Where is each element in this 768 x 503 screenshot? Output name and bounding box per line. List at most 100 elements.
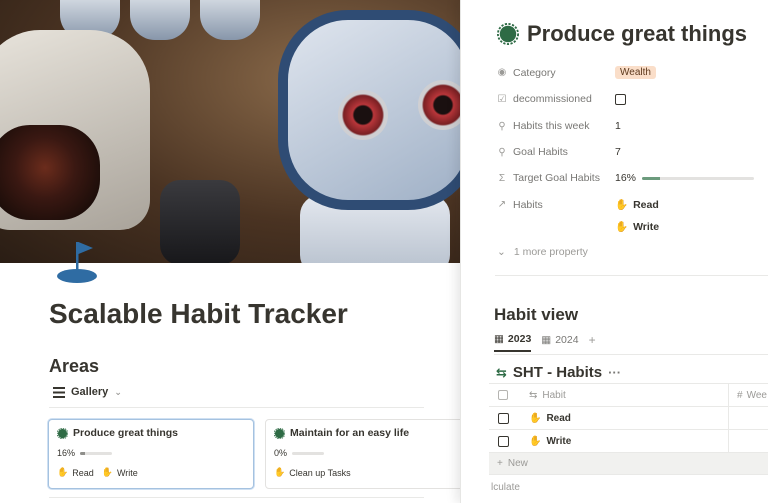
page-title: Scalable Habit Tracker xyxy=(49,298,348,329)
table-row[interactable]: ✋ Write xyxy=(489,429,768,452)
column-header-habit[interactable]: ⇆ Habit xyxy=(517,384,729,406)
property-target-goal-habits[interactable]: Σ Target Goal Habits 16% xyxy=(497,172,755,184)
property-label: Target Goal Habits xyxy=(513,172,600,184)
database-title-text: SHT - Habits xyxy=(512,364,603,381)
table-row[interactable]: ✋ Read xyxy=(489,406,768,429)
view-tabs: ▦ 2023 ▦ 2024 + xyxy=(494,333,596,352)
column-header-week[interactable]: # Wee xyxy=(729,390,768,401)
hand-icon: ✋ xyxy=(615,199,629,211)
plus-icon: + xyxy=(497,458,503,469)
property-value: 16% xyxy=(615,172,637,184)
habits-table: ⇆ Habit # Wee ✋ Read ✋ Write + New xyxy=(489,383,768,475)
column-label: Wee xyxy=(746,389,767,401)
tab-2023[interactable]: ▦ 2023 xyxy=(494,333,532,352)
row-checkbox[interactable] xyxy=(497,412,509,424)
checkbox-icon: ☑ xyxy=(497,93,507,105)
more-property-label: 1 more property xyxy=(513,246,588,258)
property-label: decommissioned xyxy=(513,93,592,105)
column-label: Habit xyxy=(542,389,566,401)
habit-relation-link[interactable]: ✋ Read xyxy=(615,198,659,212)
chevron-down-icon: ⌄ xyxy=(114,386,122,397)
tab-2024[interactable]: ▦ 2024 xyxy=(541,334,578,351)
view-label: Gallery xyxy=(71,386,109,398)
select-icon: ◉ xyxy=(497,67,507,78)
property-label: Goal Habits xyxy=(513,146,568,158)
tag-label: Read xyxy=(72,467,94,478)
property-label: Habits xyxy=(513,198,543,211)
more-options-icon[interactable]: ··· xyxy=(608,365,621,380)
tab-label: 2024 xyxy=(555,334,579,346)
new-row-button[interactable]: + New xyxy=(489,452,768,475)
gallery-card[interactable]: Maintain for an easy life 0% ✋ Clean up … xyxy=(265,419,471,489)
relation-arrow-icon: ↗ xyxy=(497,199,507,210)
linked-database-icon: ⇆ xyxy=(496,364,507,380)
number-icon: # xyxy=(737,389,743,401)
relation-icon: ⇆ xyxy=(529,389,538,401)
habit-tag[interactable]: ✋ Write xyxy=(102,467,138,478)
robot-hand xyxy=(160,180,240,263)
card-progress-bar xyxy=(292,451,325,455)
side-peek-panel: Produce great things ◉ Category Wealth ☑… xyxy=(460,0,768,503)
property-label: Category xyxy=(513,66,556,79)
relation-label: Write xyxy=(633,220,660,233)
list-icon xyxy=(53,386,65,398)
property-habits-this-week[interactable]: ⚲ Habits this week 1 xyxy=(497,120,621,132)
peek-title: Produce great things xyxy=(497,21,747,47)
hand-icon: ✋ xyxy=(274,467,286,477)
habit-relation-link[interactable]: ✋ Write xyxy=(615,220,660,234)
robot-left-face xyxy=(0,125,100,220)
card-progress-text: 16% xyxy=(57,448,76,458)
calculate-button[interactable]: lculate xyxy=(491,482,520,493)
search-icon: ⚲ xyxy=(498,146,506,158)
badge-icon xyxy=(274,427,285,439)
property-goal-habits[interactable]: ⚲ Goal Habits 7 xyxy=(497,146,621,158)
robot-left xyxy=(0,30,150,230)
habit-name[interactable]: Write xyxy=(546,436,571,447)
card-progress-text: 0% xyxy=(274,448,288,458)
new-row-label: New xyxy=(507,458,528,469)
table-icon: ▦ xyxy=(494,333,504,345)
property-habits[interactable]: ↗ Habits ✋ Read xyxy=(497,198,659,212)
hand-icon: ✋ xyxy=(57,467,69,477)
more-property-toggle[interactable]: ⌄ 1 more property xyxy=(497,246,588,258)
select-all-checkbox[interactable] xyxy=(498,390,508,400)
gallery-card[interactable]: Produce great things 16% ✋ Read ✋ Write xyxy=(48,419,254,489)
hand-icon: ✋ xyxy=(101,467,113,477)
badge-icon[interactable] xyxy=(497,23,519,45)
cover-image xyxy=(0,0,460,263)
habit-tag[interactable]: ✋ Read xyxy=(57,467,94,478)
peek-title-text: Produce great things xyxy=(527,21,748,46)
add-view-icon[interactable]: + xyxy=(589,333,596,352)
divider xyxy=(49,497,424,498)
property-value: 1 xyxy=(615,120,621,132)
gallery-view-switch[interactable]: Gallery ⌄ xyxy=(53,386,122,398)
robot-eye xyxy=(338,90,388,140)
database-title[interactable]: ⇆ SHT - Habits ··· xyxy=(496,364,621,381)
table-icon: ▦ xyxy=(541,334,552,346)
tag-label: Clean up Tasks xyxy=(289,467,351,478)
decommissioned-checkbox[interactable] xyxy=(615,93,626,105)
category-chip[interactable]: Wealth xyxy=(615,66,656,79)
divider xyxy=(495,275,768,276)
row-checkbox[interactable] xyxy=(497,435,509,447)
hand-icon: ✋ xyxy=(529,412,542,424)
tab-label: 2023 xyxy=(507,333,532,345)
table-header-row: ⇆ Habit # Wee xyxy=(489,383,768,406)
hand-icon: ✋ xyxy=(615,221,629,233)
search-icon: ⚲ xyxy=(498,120,506,132)
flag-icon[interactable] xyxy=(55,236,99,284)
robot-eye xyxy=(418,80,460,130)
card-progress-bar xyxy=(80,451,113,455)
habit-name[interactable]: Read xyxy=(546,413,570,424)
chevron-down-icon: ⌄ xyxy=(497,246,506,258)
card-progress-fill xyxy=(80,451,86,455)
habit-tag[interactable]: ✋ Clean up Tasks xyxy=(274,467,351,478)
divider xyxy=(49,407,424,408)
property-category[interactable]: ◉ Category Wealth xyxy=(497,66,656,79)
property-value: 7 xyxy=(615,146,621,158)
robot-right-head xyxy=(278,10,460,210)
formula-icon: Σ xyxy=(498,172,506,184)
target-progress-fill xyxy=(642,176,660,180)
property-decommissioned[interactable]: ☑ decommissioned xyxy=(497,93,626,105)
card-title: Produce great things xyxy=(73,427,179,439)
